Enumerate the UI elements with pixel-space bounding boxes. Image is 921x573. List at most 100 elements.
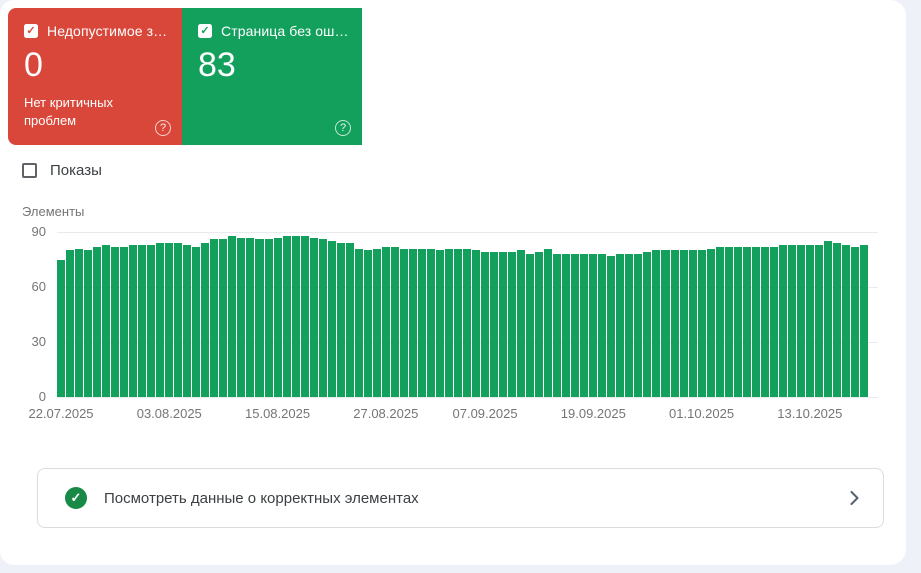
bar	[580, 254, 589, 397]
bar	[589, 254, 598, 397]
bar	[625, 254, 634, 397]
gridline	[57, 342, 878, 343]
bar	[399, 248, 408, 397]
bar	[273, 237, 282, 397]
bar	[499, 252, 508, 397]
bar	[661, 250, 670, 397]
bar	[192, 246, 201, 397]
x-tick-label: 07.09.2025	[452, 406, 518, 421]
valid-check-icon: ✓	[65, 487, 87, 509]
bar	[138, 244, 147, 397]
bar	[544, 248, 553, 397]
bar	[751, 246, 760, 397]
bar	[841, 244, 850, 397]
view-valid-items-link[interactable]: ✓ Посмотреть данные о корректных элемент…	[37, 468, 884, 528]
bar	[679, 250, 688, 397]
bar	[345, 243, 354, 397]
error-card-header: ✓ Недопустимое з…	[24, 23, 168, 39]
bar	[508, 252, 517, 397]
valid-card-header: ✓ Страница без ош…	[198, 23, 349, 39]
help-icon[interactable]: ?	[335, 120, 351, 136]
bar	[291, 235, 300, 397]
bar	[408, 248, 417, 397]
bar	[381, 246, 390, 397]
x-tick-label: 13.10.2025	[777, 406, 843, 421]
bar	[760, 246, 769, 397]
error-card-checkbox[interactable]: ✓	[24, 24, 38, 38]
bar	[102, 244, 111, 397]
bar	[526, 254, 535, 397]
checkmark-icon: ✓	[26, 24, 36, 37]
bar	[165, 243, 174, 397]
bar	[769, 246, 778, 397]
x-tick-label: 03.08.2025	[136, 406, 202, 421]
error-card-label: Недопустимое з…	[47, 23, 168, 39]
checkmark-glyph: ✓	[70, 490, 82, 505]
valid-count: 83	[198, 46, 236, 84]
bar	[652, 250, 661, 397]
valid-card[interactable]: ✓ Страница без ош… 83 ?	[182, 8, 362, 145]
bar	[490, 252, 499, 397]
bar	[300, 235, 309, 397]
gridline	[57, 287, 878, 288]
bar	[472, 250, 481, 397]
impressions-checkbox[interactable]	[22, 163, 37, 178]
bar	[147, 244, 156, 397]
bar	[688, 250, 697, 397]
bar	[670, 250, 679, 397]
bar	[336, 243, 345, 397]
bar	[228, 235, 237, 397]
bar	[724, 246, 733, 397]
bar	[354, 248, 363, 397]
bar	[715, 246, 724, 397]
bar	[463, 248, 472, 397]
bar	[264, 239, 273, 397]
bar	[390, 246, 399, 397]
bar	[814, 244, 823, 397]
bar	[859, 244, 868, 397]
bar	[562, 254, 571, 397]
valid-card-checkbox[interactable]: ✓	[198, 24, 212, 38]
bar	[174, 243, 183, 397]
footer-link-label: Посмотреть данные о корректных элементах	[104, 489, 419, 507]
bar	[75, 248, 84, 397]
bar	[372, 248, 381, 397]
bar	[805, 244, 814, 397]
impressions-toggle[interactable]: Показы	[22, 162, 102, 179]
y-tick-label: 90	[31, 224, 46, 239]
bar	[237, 237, 246, 397]
bar	[282, 235, 291, 397]
bar	[255, 239, 264, 397]
bar	[706, 248, 715, 397]
x-tick-label: 01.10.2025	[669, 406, 735, 421]
x-tick-label: 19.09.2025	[560, 406, 626, 421]
y-tick-label: 0	[38, 389, 46, 404]
bar	[210, 239, 219, 397]
y-tick-label: 30	[31, 334, 46, 349]
bar	[57, 259, 66, 397]
help-icon[interactable]: ?	[155, 120, 171, 136]
bar	[778, 244, 787, 397]
bar	[571, 254, 580, 397]
bar	[796, 244, 805, 397]
bar	[156, 243, 165, 397]
bar	[643, 252, 652, 397]
bar	[733, 246, 742, 397]
bar	[183, 244, 192, 397]
bar	[607, 255, 616, 397]
bar	[444, 248, 453, 397]
bar	[84, 250, 93, 397]
bar	[66, 250, 75, 397]
impressions-label: Показы	[50, 162, 102, 179]
valid-card-label: Страница без ош…	[221, 23, 349, 39]
bar	[481, 252, 490, 397]
bar	[129, 244, 138, 397]
chart-y-axis-title: Элементы	[22, 204, 85, 219]
bar	[598, 254, 607, 397]
bar	[219, 239, 228, 397]
y-tick-label: 60	[31, 279, 46, 294]
bar	[309, 237, 318, 397]
chevron-right-icon	[850, 491, 859, 505]
bar	[120, 246, 129, 397]
error-card[interactable]: ✓ Недопустимое з… 0 Нет критичных пробле…	[8, 8, 182, 145]
